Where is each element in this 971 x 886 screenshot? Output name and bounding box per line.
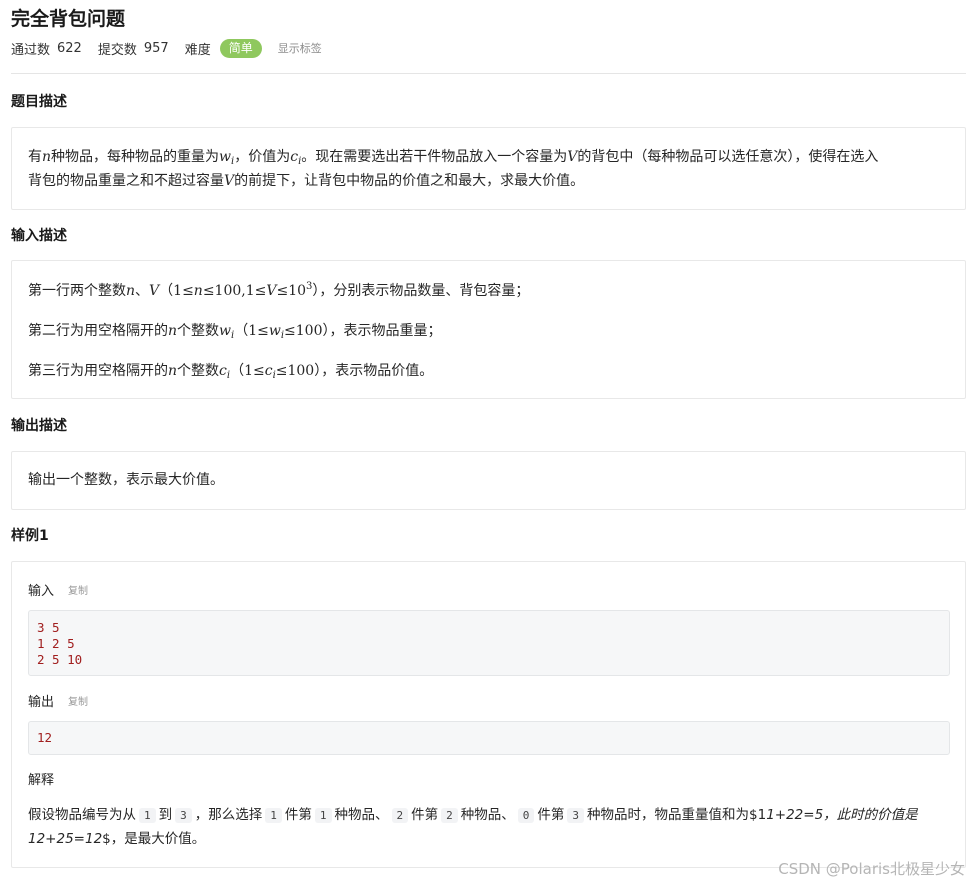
input-line-2: 第二行为用空格隔开的n个整数wi（1≤wi≤100），表示物品重量； [28, 323, 442, 341]
output-box: 输出一个整数，表示最大价值。 [11, 451, 966, 510]
header-divider [11, 73, 966, 74]
copy-input-button[interactable]: 复制 [68, 582, 88, 597]
show-tags-link[interactable]: 显示标签 [278, 40, 322, 56]
explain-label: 解释 [28, 773, 55, 788]
difficulty-badge: 简单 [219, 38, 262, 58]
description-heading: 题目描述 [11, 94, 67, 110]
input-line-3: 第三行为用空格隔开的n个整数ci（1≤ci≤100），表示物品价值。 [28, 363, 434, 381]
sample-box: 输入 复制 3 5 1 2 5 2 5 10 输出 复制 12 解释 假设物品编… [11, 561, 966, 868]
explain-line-1: 假设物品编号为从 1 到 3 ，那么选择 1 件第 1 种物品、 2 件第 2 种物品、 0 件第 3 种物品时… [28, 807, 918, 823]
sample-heading: 样例1 [11, 528, 49, 544]
pass-count: 622 [57, 40, 82, 56]
difficulty-label: 难度 [184, 42, 211, 58]
sample-input-code[interactable]: 3 5 1 2 5 2 5 10 [28, 610, 950, 676]
output-heading: 输出描述 [11, 418, 67, 434]
description-line-2: 背包的物品重量之和不超过容量V的前提下，让背包中物品的价值之和最大，求最大价值。 [28, 173, 585, 189]
description-line-1: 有n种物品，每种物品的重量为wi，价值为ci。现在需要选出若干件物品放入一个容量… [28, 149, 879, 167]
problem-meta: 通过数 622 提交数 957 难度 简单 显示标签 [11, 38, 322, 58]
sample-output-label: 输出 [28, 695, 55, 710]
sample-output-line: 12 [37, 730, 53, 745]
sample-input-label-row: 输入 复制 [28, 580, 88, 599]
sample-input-line: 3 5 [37, 620, 60, 635]
input-heading: 输入描述 [11, 228, 67, 244]
csdn-watermark: CSDN @Polaris北极星少女 [778, 860, 965, 878]
output-text: 输出一个整数，表示最大价值。 [28, 472, 224, 488]
sample-output-label-row: 输出 复制 [28, 691, 88, 710]
sample-input-line: 2 5 10 [37, 652, 83, 667]
input-line-1: 第一行两个整数n、V（1≤n≤100,1≤V≤103），分别表示物品数量、背包容… [28, 281, 530, 300]
submit-count: 957 [143, 40, 169, 56]
pass-label: 通过数 [11, 42, 51, 58]
explain-line-2: 12+25=12$，是最大价值。 [28, 831, 206, 847]
sample-input-label: 输入 [28, 584, 55, 599]
sample-output-code[interactable]: 12 [28, 721, 950, 755]
problem-title: 完全背包问题 [11, 8, 126, 30]
input-box: 第一行两个整数n、V（1≤n≤100,1≤V≤103），分别表示物品数量、背包容… [11, 260, 966, 399]
description-box: 有n种物品，每种物品的重量为wi，价值为ci。现在需要选出若干件物品放入一个容量… [11, 127, 966, 210]
copy-output-button[interactable]: 复制 [68, 693, 88, 708]
submit-label: 提交数 [97, 42, 137, 58]
sample-input-line: 1 2 5 [37, 636, 75, 651]
